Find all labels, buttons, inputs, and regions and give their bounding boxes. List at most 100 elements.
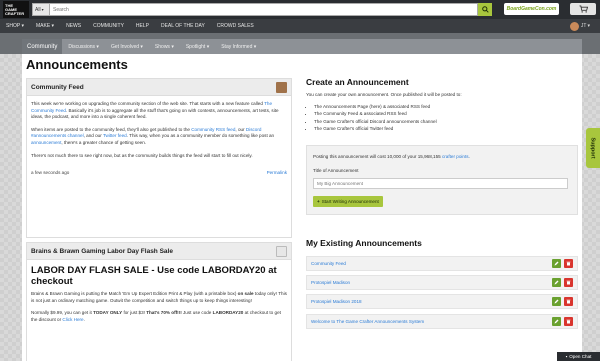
edit-icon bbox=[554, 280, 559, 285]
feed-paragraph-2: When items are posted to the community f… bbox=[31, 127, 287, 147]
avatar bbox=[569, 21, 579, 31]
feed-thumbnail bbox=[276, 82, 287, 93]
existing-announcements-title: My Existing Announcements bbox=[306, 238, 422, 248]
card-body: LABOR DAY FLASH SALE - Use code LABORDAY… bbox=[27, 260, 291, 334]
subnav-item-get-involved[interactable]: Get Involved ▾ bbox=[111, 44, 143, 50]
subnav-item-label: Shows bbox=[154, 43, 170, 50]
flash-headline: LABOR DAY FLASH SALE - Use code LABORDAY… bbox=[31, 265, 277, 287]
search-input[interactable] bbox=[49, 3, 478, 16]
user-menu[interactable]: JT ▾ bbox=[569, 21, 590, 31]
boardgamecon-logo[interactable]: BoardGameCon.com bbox=[504, 3, 559, 15]
nav-item-make[interactable]: MAKE ▾ bbox=[36, 23, 54, 29]
bold-text: That's 70% off!!! bbox=[146, 310, 182, 316]
nav-item-crowd-sales[interactable]: CROWD SALES bbox=[217, 23, 254, 29]
announcement-link[interactable]: Community Feed bbox=[311, 261, 552, 266]
field-label: Title of Announcement bbox=[313, 168, 359, 173]
table-row: Protospiel Madison 2018 bbox=[306, 294, 578, 309]
delete-button[interactable] bbox=[564, 259, 573, 268]
cart-icon bbox=[579, 5, 588, 13]
edit-button[interactable] bbox=[552, 317, 561, 326]
subnav-item-spotlight[interactable]: Spotlight ▾ bbox=[186, 44, 209, 50]
plus-icon: + bbox=[317, 199, 320, 204]
user-initials: JT bbox=[580, 23, 587, 29]
flash-sale-card: Brains & Brawn Gaming Labor Day Flash Sa… bbox=[26, 242, 292, 361]
edit-icon bbox=[554, 261, 559, 266]
feed-paragraph-3: There's not much there to see right now,… bbox=[31, 152, 253, 158]
chevron-down-icon: ▾ bbox=[41, 7, 44, 12]
edit-icon bbox=[554, 299, 559, 304]
crafter-points-link[interactable]: crafter points bbox=[442, 154, 469, 159]
create-intro: You can create your own announcement. On… bbox=[306, 92, 462, 97]
subnav-item-shows[interactable]: Shows ▾ bbox=[155, 44, 174, 50]
main-nav: SHOP ▾ MAKE ▾ NEWS COMMUNITY HELP DEAL O… bbox=[0, 19, 600, 33]
delete-button[interactable] bbox=[564, 278, 573, 287]
nav-item-help[interactable]: HELP bbox=[136, 23, 149, 29]
card-title[interactable]: Brains & Brawn Gaming Labor Day Flash Sa… bbox=[31, 248, 173, 255]
search-icon bbox=[481, 6, 489, 13]
announcement-title-input[interactable] bbox=[313, 178, 568, 189]
text: . bbox=[83, 316, 85, 322]
start-writing-button[interactable]: + Start Writing Announcement bbox=[313, 196, 383, 207]
text: . bbox=[468, 154, 470, 159]
edit-button[interactable] bbox=[552, 278, 561, 287]
cart-button[interactable] bbox=[570, 3, 596, 15]
support-label: Support bbox=[590, 137, 596, 159]
search-category-select[interactable]: All ▾ bbox=[32, 3, 49, 16]
create-announcement-title: Create an Announcement bbox=[306, 77, 409, 87]
nav-item-label: SHOP bbox=[6, 23, 21, 29]
search-button[interactable] bbox=[478, 3, 492, 16]
site-logo-game-crafter[interactable]: THE GAME CRAFTER bbox=[3, 1, 29, 18]
subnav-item-label: Stay Informed bbox=[221, 43, 253, 50]
edit-button[interactable] bbox=[552, 297, 561, 306]
boardgamecon-logo-text: BoardGameCon.com bbox=[506, 6, 557, 12]
nav-item-shop[interactable]: SHOP ▾ bbox=[6, 23, 24, 29]
nav-item-community[interactable]: COMMUNITY bbox=[93, 23, 124, 29]
delete-button[interactable] bbox=[564, 297, 573, 306]
card-header: Community Feed bbox=[27, 79, 291, 96]
card-body: This week we're working on upgrading the… bbox=[27, 96, 291, 170]
chevron-down-icon: ▾ bbox=[587, 23, 590, 29]
text: Brains & Brawn Gaming is putting the Mat… bbox=[31, 291, 238, 296]
community-title[interactable]: Community bbox=[22, 39, 63, 54]
trash-icon bbox=[566, 261, 571, 266]
card-header: Brains & Brawn Gaming Labor Day Flash Sa… bbox=[27, 243, 291, 260]
twitter-link[interactable]: Twitter feed bbox=[103, 133, 127, 138]
subnav-item-stay-informed[interactable]: Stay Informed ▾ bbox=[221, 44, 256, 50]
search-bar: All ▾ bbox=[32, 3, 492, 16]
text: Normally $9.99, you can get it bbox=[31, 310, 94, 316]
announcement-link[interactable]: Welcome to The Game Crafter Announcement… bbox=[311, 319, 552, 324]
chat-icon: ▪ bbox=[565, 354, 568, 359]
subnav-item-label: Spotlight bbox=[185, 43, 206, 50]
trash-icon bbox=[566, 280, 571, 285]
community-subnav: Community Discussions ▾ Get Involved ▾ S… bbox=[22, 39, 582, 54]
logo-line-3: CRAFTER bbox=[5, 10, 25, 16]
edit-button[interactable] bbox=[552, 259, 561, 268]
flash-paragraph-1: Brains & Brawn Gaming is putting the Mat… bbox=[31, 291, 287, 304]
text: Posting this announcement will cost 10,0… bbox=[313, 154, 442, 159]
card-title[interactable]: Community Feed bbox=[31, 84, 84, 91]
open-chat-button[interactable]: ▪ Open Chat bbox=[557, 352, 600, 361]
community-feed-card: Community Feed This week we're working o… bbox=[26, 78, 292, 238]
text: , our bbox=[235, 126, 246, 132]
permalink[interactable]: Permalink bbox=[267, 170, 287, 175]
text: , and our bbox=[83, 133, 103, 139]
timestamp: a few seconds ago bbox=[31, 170, 70, 176]
subnav-item-discussions[interactable]: Discussions ▾ bbox=[68, 44, 99, 50]
announcement-link[interactable]: announcement bbox=[31, 140, 61, 145]
search-category-label: All bbox=[35, 6, 41, 13]
text: , there's a greater chance of getting se… bbox=[61, 139, 147, 145]
list-item: The Announcements Page (here) & associat… bbox=[314, 103, 437, 110]
button-label: Start Writing Announcement bbox=[321, 199, 379, 204]
announcement-link[interactable]: Protospiel Madison bbox=[311, 280, 552, 285]
nav-item-news[interactable]: NEWS bbox=[66, 23, 81, 29]
support-tab[interactable]: Support bbox=[586, 128, 600, 168]
community-rss-link[interactable]: Community RSS feed bbox=[191, 127, 235, 132]
click-here-link[interactable]: Click Here bbox=[62, 317, 83, 322]
delete-button[interactable] bbox=[564, 317, 573, 326]
open-chat-label: Open Chat bbox=[569, 354, 592, 359]
table-row: Protospiel Madison bbox=[306, 275, 578, 290]
card-footer: a few seconds ago Permalink bbox=[27, 170, 291, 175]
flash-paragraph-2: Normally $9.99, you can get it TODAY ONL… bbox=[31, 310, 287, 323]
announcement-link[interactable]: Protospiel Madison 2018 bbox=[311, 299, 552, 304]
nav-item-deal-of-the-day[interactable]: DEAL OF THE DAY bbox=[161, 23, 205, 29]
